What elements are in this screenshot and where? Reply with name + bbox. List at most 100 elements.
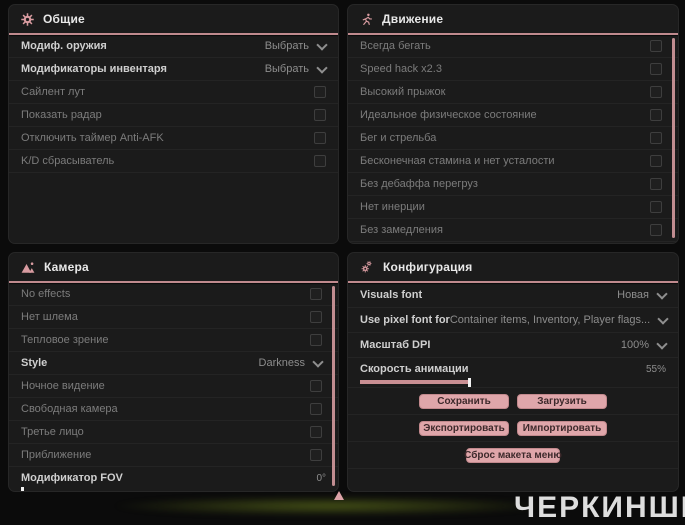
button-row: Сохранить Загрузить bbox=[348, 388, 678, 415]
setting-row: Третье лицо bbox=[9, 421, 338, 444]
checkbox[interactable] bbox=[314, 86, 326, 98]
setting-row: Нет инерции bbox=[348, 196, 678, 219]
setting-label: Модификаторы инвентаря bbox=[21, 63, 167, 75]
setting-label: Use pixel font for bbox=[360, 314, 450, 326]
animation-speed-value: 55% bbox=[645, 363, 666, 375]
checkbox[interactable] bbox=[314, 155, 326, 167]
fov-slider[interactable] bbox=[21, 487, 326, 491]
panel-general-header: Общие bbox=[9, 5, 338, 33]
setting-row: Показать радар bbox=[9, 104, 338, 127]
dropdown-value: Новая bbox=[617, 289, 649, 301]
slider-handle[interactable] bbox=[21, 487, 24, 491]
setting-row: Сайлент лут bbox=[9, 81, 338, 104]
panel-title: Движение bbox=[382, 12, 444, 26]
setting-row: Style Darkness bbox=[9, 352, 338, 375]
import-button[interactable]: Импортировать bbox=[517, 420, 607, 436]
panel-title: Камера bbox=[44, 260, 89, 274]
watermark-text: ЧЕРКИНШЕ bbox=[514, 491, 685, 524]
checkbox[interactable] bbox=[310, 403, 322, 415]
panel-title: Конфигурация bbox=[383, 260, 473, 274]
setting-label: Без замедления bbox=[360, 224, 443, 236]
checkbox[interactable] bbox=[650, 40, 662, 52]
panel-movement: Движение Всегда бегать Speed hack x2.3 В… bbox=[347, 4, 679, 244]
checkbox[interactable] bbox=[650, 224, 662, 236]
checkbox[interactable] bbox=[650, 155, 662, 167]
setting-row: Идеальное физическое состояние bbox=[348, 104, 678, 127]
setting-label: Style bbox=[21, 357, 48, 369]
inventory-mod-dropdown[interactable]: Выбрать bbox=[265, 61, 328, 75]
setting-label: Ночное видение bbox=[21, 380, 105, 392]
setting-label: Масштаб DPI bbox=[360, 339, 431, 351]
chevron-down-icon bbox=[316, 38, 328, 51]
chevron-down-icon bbox=[656, 337, 668, 350]
checkbox[interactable] bbox=[310, 334, 322, 346]
button-row: Экспортировать Импортировать bbox=[348, 415, 678, 442]
panel-config-header: Конфигурация bbox=[348, 253, 678, 281]
setting-row: Модиф. оружия Выбрать bbox=[9, 35, 338, 58]
checkbox[interactable] bbox=[650, 63, 662, 75]
button-row: Сброс макета меню bbox=[348, 442, 678, 469]
export-button[interactable]: Экспортировать bbox=[419, 420, 509, 436]
setting-row: K/D сбрасыватель bbox=[9, 150, 338, 173]
setting-row: Use pixel font for Container items, Inve… bbox=[348, 308, 678, 333]
checkbox[interactable] bbox=[310, 288, 322, 300]
checkbox[interactable] bbox=[650, 109, 662, 121]
setting-row: Нет шлема bbox=[9, 306, 338, 329]
panel-camera: Камера No effects Нет шлема Тепловое зре… bbox=[8, 252, 339, 492]
setting-label: Нет шлема bbox=[21, 311, 78, 323]
setting-label: Speed hack x2.3 bbox=[360, 63, 442, 75]
double-gear-icon bbox=[360, 260, 374, 274]
setting-row: Бег и стрельба bbox=[348, 127, 678, 150]
slider-handle[interactable] bbox=[468, 378, 472, 387]
scrollbar[interactable] bbox=[672, 38, 675, 238]
scrollbar[interactable] bbox=[332, 286, 335, 486]
checkbox[interactable] bbox=[314, 132, 326, 144]
setting-label: Идеальное физическое состояние bbox=[360, 109, 537, 121]
setting-label: Бесконечная стамина и нет усталости bbox=[360, 155, 555, 167]
checkbox[interactable] bbox=[650, 132, 662, 144]
style-dropdown[interactable]: Darkness bbox=[258, 355, 324, 369]
checkbox[interactable] bbox=[310, 311, 322, 323]
save-button[interactable]: Сохранить bbox=[419, 393, 509, 409]
setting-row: Без замедления bbox=[348, 219, 678, 242]
load-button[interactable]: Загрузить bbox=[517, 393, 607, 409]
chevron-down-icon bbox=[312, 355, 324, 368]
panel-config: Конфигурация Visuals font Новая Use pixe… bbox=[347, 252, 679, 492]
chevron-down-icon bbox=[657, 312, 669, 325]
dropdown-value: Darkness bbox=[258, 357, 305, 369]
setting-row: Модификаторы инвентаря Выбрать bbox=[9, 58, 338, 81]
empty-row bbox=[348, 469, 678, 491]
gear-icon bbox=[21, 12, 34, 26]
weapon-mod-dropdown[interactable]: Выбрать bbox=[265, 38, 328, 52]
panel-general: Общие Модиф. оружия Выбрать Модификаторы… bbox=[8, 4, 339, 244]
game-background-glow bbox=[110, 496, 550, 516]
checkbox[interactable] bbox=[310, 426, 322, 438]
checkbox[interactable] bbox=[650, 201, 662, 213]
slider-fill bbox=[360, 380, 471, 384]
setting-label: Без дебаффа перегруз bbox=[360, 178, 478, 190]
fov-modifier-row: Модификатор FOV 0° bbox=[9, 467, 338, 491]
setting-label: Показать радар bbox=[21, 109, 102, 121]
setting-row: Ночное видение bbox=[9, 375, 338, 398]
checkbox[interactable] bbox=[650, 178, 662, 190]
reset-menu-layout-button[interactable]: Сброс макета меню bbox=[464, 447, 562, 463]
visuals-font-dropdown[interactable]: Новая bbox=[617, 287, 668, 301]
setting-row: Свободная камера bbox=[9, 398, 338, 421]
checkbox[interactable] bbox=[650, 86, 662, 98]
pixel-font-dropdown[interactable]: Container items, Inventory, Player flags… bbox=[450, 312, 669, 326]
setting-row: Бесконечная стамина и нет усталости bbox=[348, 150, 678, 173]
setting-label: Отключить таймер Anti-AFK bbox=[21, 132, 164, 144]
landscape-image-icon bbox=[21, 261, 35, 274]
setting-row: Тепловое зрение bbox=[9, 329, 338, 352]
setting-label: Скорость анимации bbox=[360, 363, 469, 375]
setting-label: No effects bbox=[21, 288, 71, 300]
animation-speed-slider[interactable] bbox=[360, 378, 666, 387]
checkbox[interactable] bbox=[310, 380, 322, 392]
panel-camera-header: Камера bbox=[9, 253, 338, 281]
dpi-scale-dropdown[interactable]: 100% bbox=[621, 337, 668, 351]
checkbox[interactable] bbox=[314, 109, 326, 121]
checkbox[interactable] bbox=[310, 449, 322, 461]
setting-row: Высокий прыжок bbox=[348, 81, 678, 104]
setting-label: Нет инерции bbox=[360, 201, 425, 213]
setting-label: K/D сбрасыватель bbox=[21, 155, 115, 167]
